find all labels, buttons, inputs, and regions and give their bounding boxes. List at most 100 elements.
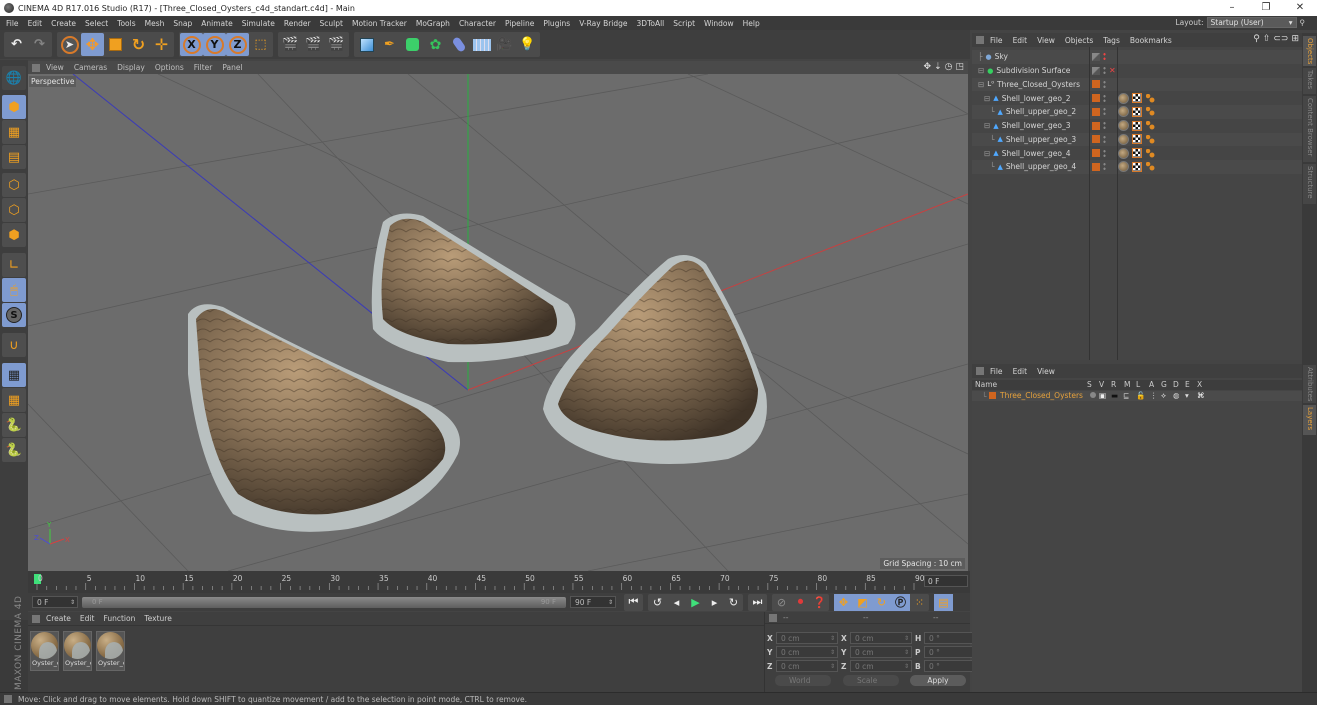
- transform-mode-dropdown[interactable]: Scale: [843, 675, 899, 686]
- object-menu-file[interactable]: File: [990, 36, 1003, 45]
- record-parameter-toggle[interactable]: Ⓟ: [891, 593, 910, 611]
- object-menu-tags[interactable]: Tags: [1103, 36, 1120, 45]
- object-row[interactable]: ⊟ ● Subdivision Surface ✕: [972, 64, 1302, 78]
- add-light-button[interactable]: 💡: [516, 33, 539, 56]
- timeline-ruler[interactable]: 0 5 10 15 20 25 30 35 40 45 50 55 60 65 70 75 80 85 90 0 F: [28, 571, 970, 593]
- layer-row[interactable]: └ Three_Closed_Oysters ▣ ▬ ⊑ 🔓 ⋮ ⟡ ◍ ▾ ⌘: [972, 391, 1302, 401]
- record-scale-toggle[interactable]: ◩: [853, 593, 872, 611]
- object-menu-view[interactable]: View: [1037, 36, 1055, 45]
- position-x-field[interactable]: 0 cm: [776, 632, 838, 644]
- phong-tag-icon[interactable]: [1146, 93, 1155, 103]
- visibility-dots-toggle[interactable]: [1103, 52, 1106, 62]
- object-row[interactable]: ⊟ L⁰ Three_Closed_Oysters: [972, 77, 1302, 92]
- menu-animate[interactable]: Animate: [201, 19, 232, 28]
- object-row[interactable]: ⊟ ▲ Shell_lower_geo_2: [972, 91, 1302, 105]
- add-pen-button[interactable]: ✒: [378, 33, 401, 56]
- render-picture-viewer-button[interactable]: 🎬: [302, 33, 325, 56]
- viewport-menu-display[interactable]: Display: [117, 63, 145, 72]
- maximize-button[interactable]: ❐: [1249, 0, 1283, 16]
- expression-icon[interactable]: ▾: [1185, 391, 1189, 400]
- workplane-lock-button[interactable]: ▦: [2, 363, 26, 387]
- menu-select[interactable]: Select: [85, 19, 108, 28]
- menu-mograph[interactable]: MoGraph: [416, 19, 450, 28]
- rotate-view-icon[interactable]: ◷: [945, 62, 953, 72]
- add-camera-button[interactable]: 🎥: [493, 33, 516, 56]
- tab-takes[interactable]: Takes: [1303, 68, 1316, 94]
- menu-script[interactable]: Script: [673, 19, 695, 28]
- object-row[interactable]: ⊟ ▲ Shell_lower_geo_3: [972, 119, 1302, 133]
- render-clapper-icon[interactable]: ▬: [1111, 391, 1118, 400]
- keyframe-selection-button[interactable]: ❓: [810, 594, 829, 611]
- tab-content-browser[interactable]: Content Browser: [1303, 96, 1316, 162]
- layer-color-icon[interactable]: [1092, 162, 1100, 171]
- current-frame-field[interactable]: 0 F: [924, 575, 968, 587]
- tab-attributes[interactable]: Attributes: [1303, 365, 1316, 403]
- phong-tag-icon[interactable]: [1146, 162, 1155, 172]
- workplane-mode-button[interactable]: ▤: [2, 145, 26, 169]
- python-script-button-2[interactable]: 🐍: [2, 438, 26, 462]
- object-name[interactable]: Shell_lower_geo_2: [1002, 94, 1071, 103]
- add-deformer-button[interactable]: [447, 33, 470, 56]
- render-view-button[interactable]: 🎬: [279, 33, 302, 56]
- coordinate-mode-dropdown[interactable]: World: [775, 675, 831, 686]
- viewport-menu-view[interactable]: View: [46, 63, 64, 72]
- tree-expander[interactable]: ├: [978, 52, 983, 61]
- tree-expander[interactable]: └: [990, 107, 995, 116]
- minimize-button[interactable]: –: [1215, 0, 1249, 16]
- disabled-x-icon[interactable]: ✕: [1109, 66, 1116, 75]
- add-cube-button[interactable]: ‌: [355, 33, 378, 56]
- pan-view-icon[interactable]: ✥: [924, 62, 932, 72]
- material-tag-icon[interactable]: [1118, 133, 1129, 145]
- object-menu-bookmarks[interactable]: Bookmarks: [1130, 36, 1172, 45]
- material-tag-icon[interactable]: [1118, 147, 1129, 159]
- layer-color-icon[interactable]: [1092, 107, 1100, 116]
- menu-render[interactable]: Render: [284, 19, 311, 28]
- object-name[interactable]: Three_Closed_Oysters: [997, 80, 1080, 89]
- position-z-field[interactable]: 0 cm: [776, 660, 838, 672]
- y-axis-lock[interactable]: Y: [203, 33, 226, 56]
- viewport-menu-panel[interactable]: Panel: [222, 63, 242, 72]
- menu-snap[interactable]: Snap: [173, 19, 192, 28]
- material-swatch[interactable]: Oyster_c: [63, 631, 92, 671]
- tab-layers[interactable]: Layers: [1303, 405, 1316, 435]
- make-editable-button[interactable]: 🌐: [2, 66, 26, 90]
- dolly-view-icon[interactable]: ⇣: [934, 62, 942, 72]
- play-button[interactable]: ▶: [686, 594, 705, 611]
- layer-color-icon[interactable]: [1092, 80, 1100, 89]
- menu-help[interactable]: Help: [743, 19, 760, 28]
- axis-mode-button[interactable]: ∟: [2, 253, 26, 277]
- panel-grip-handle[interactable]: [976, 367, 984, 375]
- menu-file[interactable]: File: [6, 19, 19, 28]
- snap-button[interactable]: ∪: [2, 333, 26, 357]
- solo-toggle[interactable]: [1090, 392, 1096, 398]
- size-y-field[interactable]: 0 cm: [850, 646, 912, 658]
- uvw-tag-icon[interactable]: [1132, 106, 1142, 117]
- object-row[interactable]: ⊟ ▲ Shell_lower_geo_4: [972, 146, 1302, 160]
- object-menu-edit[interactable]: Edit: [1013, 36, 1028, 45]
- edges-mode-button[interactable]: ⬡: [2, 198, 26, 222]
- material-swatch[interactable]: Oyster_c: [30, 631, 59, 671]
- col-manager[interactable]: M: [1124, 380, 1130, 389]
- python-script-button-1[interactable]: 🐍: [2, 413, 26, 437]
- col-locked[interactable]: L: [1136, 380, 1140, 389]
- search-icon[interactable]: ⚲: [1253, 34, 1260, 44]
- undo-button[interactable]: ↶: [5, 33, 28, 56]
- size-z-field[interactable]: 0 cm: [850, 660, 912, 672]
- material-tag-icon[interactable]: [1118, 92, 1129, 104]
- record-button[interactable]: ⊘: [772, 594, 791, 611]
- size-x-field[interactable]: 0 cm: [850, 632, 912, 644]
- material-menu-texture[interactable]: Texture: [144, 614, 171, 623]
- material-swatch[interactable]: Oyster_c: [96, 631, 125, 671]
- tab-objects[interactable]: Objects: [1303, 36, 1316, 66]
- object-menu-objects[interactable]: Objects: [1065, 36, 1093, 45]
- visibility-dots-toggle[interactable]: [1103, 66, 1106, 76]
- phong-tag-icon[interactable]: [1146, 121, 1155, 131]
- object-name[interactable]: Shell_lower_geo_3: [1002, 121, 1071, 130]
- lock-icon[interactable]: 🔓: [1136, 391, 1145, 400]
- previous-frame-button[interactable]: ◂: [667, 594, 686, 611]
- tab-structure[interactable]: Structure: [1303, 164, 1316, 204]
- uvw-tag-icon[interactable]: [1132, 134, 1142, 145]
- panel-grip-handle[interactable]: [976, 36, 984, 44]
- object-name[interactable]: Shell_upper_geo_2: [1006, 107, 1076, 116]
- model-mode-button[interactable]: ⬢: [2, 95, 26, 119]
